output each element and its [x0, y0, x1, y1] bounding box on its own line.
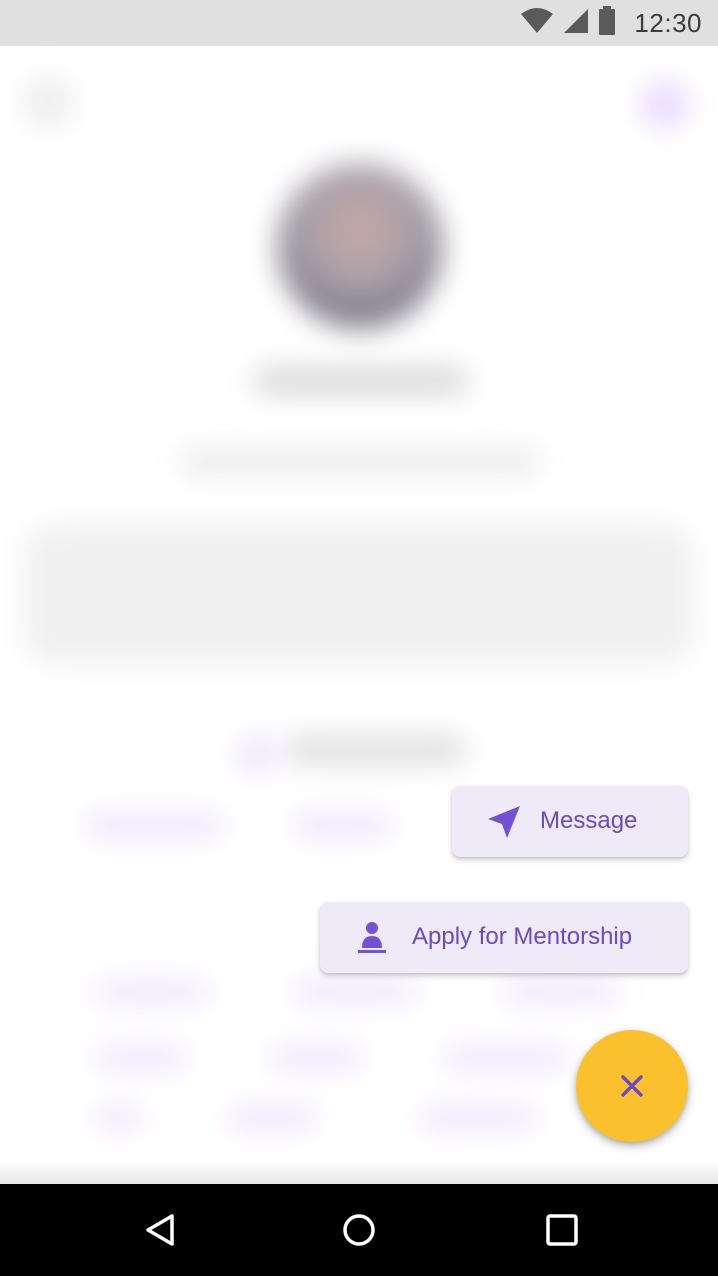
nav-home-button[interactable]	[331, 1202, 387, 1258]
section-icon-placeholder	[236, 734, 276, 774]
recents-icon	[545, 1213, 579, 1247]
nav-back-button[interactable]	[132, 1202, 188, 1258]
tag-placeholder	[94, 1106, 144, 1130]
bio-placeholder	[24, 524, 694, 664]
back-icon	[142, 1212, 178, 1248]
battery-icon	[598, 5, 616, 41]
send-icon	[486, 804, 522, 840]
status-time: 12:30	[634, 7, 702, 38]
profile-name-placeholder	[254, 368, 468, 394]
tag-placeholder	[94, 1046, 188, 1070]
apply-mentorship-button[interactable]: Apply for Mentorship	[320, 902, 688, 973]
tag-placeholder	[268, 1046, 364, 1070]
profile-subtitle-placeholder	[180, 448, 540, 476]
signal-icon	[562, 7, 590, 40]
status-icons: 12:30	[520, 0, 702, 46]
profile-screen	[0, 46, 718, 1184]
bottom-fade	[0, 1160, 718, 1184]
message-button[interactable]: Message	[452, 786, 688, 857]
blurred-background	[0, 46, 718, 1184]
section-title-placeholder	[286, 736, 466, 764]
avatar	[278, 164, 442, 328]
message-label: Message	[540, 807, 638, 834]
nav-recents-button[interactable]	[534, 1202, 590, 1258]
stat-placeholder	[292, 812, 392, 838]
stat-placeholder	[84, 812, 224, 838]
navigation-bar	[0, 1184, 718, 1276]
menu-icon	[640, 80, 690, 130]
tag-placeholder	[226, 1106, 318, 1130]
back-icon	[22, 76, 74, 128]
tag-placeholder	[502, 980, 620, 1004]
home-icon	[341, 1212, 377, 1248]
tag-placeholder	[94, 980, 210, 1004]
tag-placeholder	[442, 1046, 570, 1070]
wifi-icon	[520, 7, 554, 39]
person-icon	[356, 920, 388, 954]
close-icon	[619, 1073, 645, 1099]
apply-mentorship-label: Apply for Mentorship	[412, 923, 633, 950]
status-bar: 12:30	[0, 0, 718, 46]
tag-placeholder	[292, 980, 418, 1004]
close-fab-button[interactable]	[576, 1030, 688, 1142]
tag-placeholder	[418, 1106, 538, 1130]
